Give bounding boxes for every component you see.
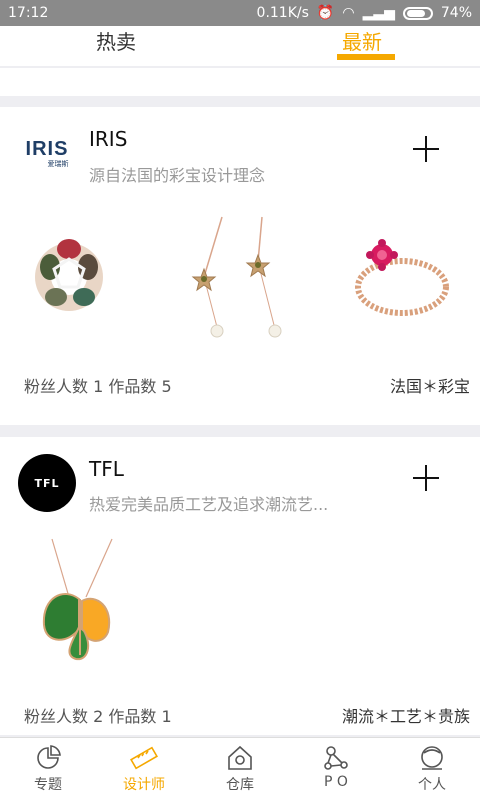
tab-active-indicator bbox=[337, 54, 395, 60]
house-icon bbox=[228, 745, 252, 770]
designer-name: IRIS bbox=[89, 127, 128, 151]
status-time: 17:12 bbox=[8, 5, 49, 21]
designer-description: 源自法国的彩宝设计理念 bbox=[89, 166, 266, 185]
designer-logo: TFL bbox=[18, 454, 76, 512]
nav-po[interactable]: P O bbox=[288, 738, 384, 800]
nav-label: 仓库 bbox=[226, 777, 254, 793]
wifi-icon: ◠ bbox=[342, 5, 355, 21]
nav-designers[interactable]: 设计师 bbox=[96, 738, 192, 800]
designer-stats: 粉丝人数 1 作品数 5 bbox=[24, 377, 172, 396]
status-bar: 17:12 0.11K/s ⏰ ◠ ▂▃▅ 74% bbox=[0, 0, 480, 26]
nav-warehouse[interactable]: 仓库 bbox=[192, 738, 288, 800]
designer-tags: 潮流＊工艺＊贵族 bbox=[341, 707, 470, 726]
designer-card[interactable]: TFL TFL 热爱完美品质工艺及追求潮流艺... 粉丝人数 2 作品数 1 潮… bbox=[0, 437, 480, 735]
follow-plus-icon[interactable] bbox=[410, 133, 442, 165]
butterfly-necklace-image[interactable] bbox=[24, 537, 134, 677]
tab-new[interactable]: 最新 bbox=[342, 26, 382, 66]
tab-bar: 热卖 最新 bbox=[0, 26, 480, 66]
ruby-ring-image[interactable] bbox=[344, 207, 454, 347]
nav-label: P O bbox=[324, 774, 348, 790]
designer-card[interactable]: IRIS 爱瑞斯 IRIS 源自法国的彩宝设计理念 粉丝人数 1 作品数 5 法… bbox=[0, 107, 480, 425]
tab-hot[interactable]: 热卖 bbox=[96, 26, 136, 66]
nav-label: 专题 bbox=[34, 777, 62, 793]
nav-topics[interactable]: 专题 bbox=[0, 738, 96, 800]
ring-flower-image[interactable] bbox=[14, 207, 124, 347]
logo-subtext: 爱瑞斯 bbox=[47, 160, 69, 168]
signal-icon: ▂▃▅ bbox=[362, 5, 395, 21]
nav-label: 设计师 bbox=[123, 777, 165, 793]
pie-chart-icon bbox=[37, 745, 61, 769]
follow-plus-icon[interactable] bbox=[410, 462, 442, 494]
earrings-image[interactable] bbox=[182, 207, 292, 347]
designer-name: TFL bbox=[89, 457, 124, 481]
person-icon bbox=[421, 746, 443, 770]
battery-percent: 74% bbox=[440, 5, 472, 21]
logo-text: IRIS bbox=[25, 138, 69, 160]
logo-text: TFL bbox=[34, 476, 60, 490]
molecule-icon bbox=[324, 746, 348, 770]
designer-description: 热爱完美品质工艺及追求潮流艺... bbox=[89, 495, 329, 514]
ruler-icon bbox=[130, 746, 158, 770]
network-speed: 0.11K/s bbox=[256, 5, 309, 21]
battery-icon bbox=[402, 6, 433, 20]
designer-stats: 粉丝人数 2 作品数 1 bbox=[24, 707, 172, 726]
nav-profile[interactable]: 个人 bbox=[384, 738, 480, 800]
empty-strip bbox=[0, 68, 480, 96]
bottom-nav: 专题 设计师 仓库 P O 个人 bbox=[0, 737, 480, 800]
designer-tags: 法国＊彩宝 bbox=[389, 377, 470, 396]
designer-logo: IRIS 爱瑞斯 bbox=[18, 125, 76, 183]
nav-label: 个人 bbox=[418, 777, 446, 793]
alarm-icon: ⏰ bbox=[316, 5, 335, 21]
